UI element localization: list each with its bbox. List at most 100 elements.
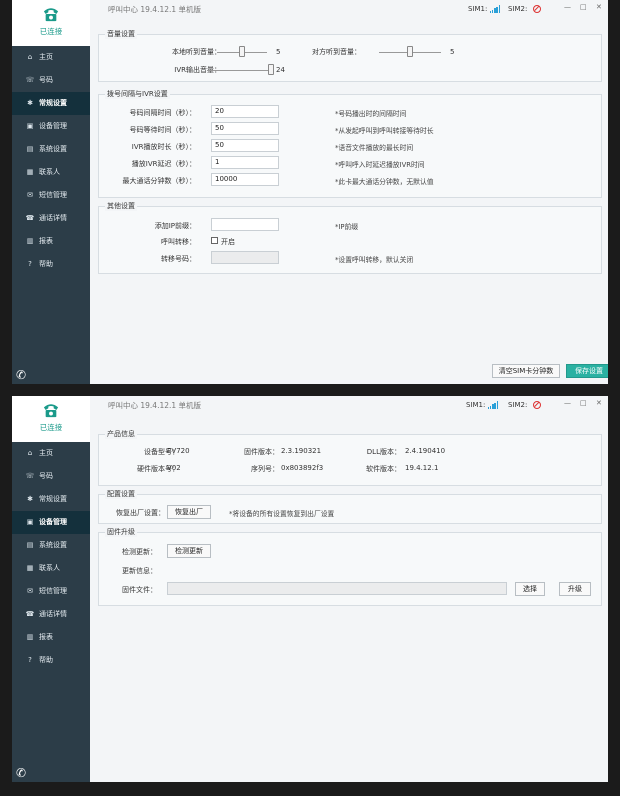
ip-prefix-input[interactable] (211, 218, 279, 231)
sidebar-item-3[interactable]: ▣ 设备管理 (12, 115, 90, 138)
close-button[interactable]: ✕ (596, 399, 602, 407)
forward-number-input[interactable] (211, 251, 279, 264)
sidebar-menu: ⌂ 主页 ☏ 号码 ✱ 常规设置 ▣ 设备管理 ▤ 系统设置 ▦ 联系人 ✉ 短信管理 ☎ 通话详情 ▥ 报表? 帮… (12, 46, 90, 276)
sidebar-item-label: 帮助 (39, 260, 53, 268)
dial-row-label: IVR播放时长（秒）： (131, 143, 196, 151)
sidebar-item-label: 联系人 (39, 168, 60, 176)
firmware-file-input[interactable] (167, 582, 507, 595)
sms-icon: ✉ (27, 587, 33, 595)
call-detail-icon: ☎ (25, 214, 35, 222)
minimize-button[interactable]: — (564, 3, 571, 11)
dial-row-label: 号码间隔时间（秒）： (129, 109, 197, 117)
dial-row-hint: *呼叫呼入时延迟播放IVR时间 (335, 161, 425, 169)
dial-ivr-legend: 拨号间隔与IVR设置 (105, 89, 170, 99)
volume-group: 音量设置 本地听到音量： 5 对方听到音量： 5 IVR输出音量： 24 (98, 29, 602, 82)
dial-row-hint: *语音文件播放的最长时间 (335, 144, 414, 152)
sidebar-item-4[interactable]: ▤ 系统设置 (12, 534, 90, 557)
sidebar-item-6[interactable]: ✉ 短信管理 (12, 184, 90, 207)
sidebar-item-1[interactable]: ☏ 号码 (12, 465, 90, 488)
save-settings-button[interactable]: 保存设置 (566, 364, 608, 378)
sidebar-item-4[interactable]: ▤ 系统设置 (12, 138, 90, 161)
dial-row-input[interactable]: 20 (211, 105, 279, 118)
call-forward-checkbox[interactable] (211, 237, 218, 244)
dial-row-input[interactable]: 1 (211, 156, 279, 169)
sidebar-item-0[interactable]: ⌂ 主页 (12, 46, 90, 69)
maximize-button[interactable]: □ (580, 3, 587, 11)
check-update-button[interactable]: 检测更新 (167, 544, 211, 558)
connection-status: 已连接 (39, 27, 63, 36)
select-file-button[interactable]: 选择 (515, 582, 545, 596)
sim2-status: SIM2: (508, 5, 541, 13)
ivr-volume-value: 24 (276, 66, 285, 74)
sidebar-item-7[interactable]: ☎ 通话详情 (12, 207, 90, 230)
ip-prefix-hint: *IP前缀 (335, 223, 359, 231)
factory-reset-hint: *将设备的所有设置恢复到出厂设置 (229, 510, 335, 518)
sidebar-item-8[interactable]: ▥ 报表 (12, 626, 90, 649)
sidebar-item-3[interactable]: ▣ 设备管理 (12, 511, 90, 534)
sim2-label: SIM2: (508, 5, 528, 13)
gear-icon: ✱ (27, 99, 33, 107)
sim1-status: SIM1: (466, 401, 499, 409)
check-update-label: 检测更新： (122, 548, 157, 556)
contacts-icon: ▦ (26, 168, 34, 176)
system-icon: ▤ (26, 145, 34, 153)
title-bar: 呼叫中心 19.4.12.1 单机版 SIM1: SIM2: — □ ✕ (90, 396, 608, 416)
sidebar-item-2[interactable]: ✱ 常规设置 (12, 92, 90, 115)
factory-reset-button[interactable]: 恢复出厂 (167, 505, 211, 519)
dial-row-input[interactable]: 10000 (211, 173, 279, 186)
phone-number-icon: ☏ (25, 76, 35, 84)
sim1-status: SIM1: (468, 5, 501, 13)
dial-row-input[interactable]: 50 (211, 139, 279, 152)
other-settings-group: 其他设置 添加IP前缀： *IP前缀 呼叫转移： 开启 转移号码： *设置呼叫转… (98, 201, 602, 274)
firmware-label: 固件版本： (244, 448, 279, 456)
sidebar-item-7[interactable]: ☎ 通话详情 (12, 603, 90, 626)
sidebar-item-label: 常规设置 (39, 495, 67, 503)
sidebar-menu: ⌂ 主页 ☏ 号码 ✱ 常规设置 ▣ 设备管理 ▤ 系统设置 ▦ 联系人 ✉ 短信管理 ☎ 通话详情 ▥ 报表? 帮… (12, 442, 90, 672)
sidebar-item-6[interactable]: ✉ 短信管理 (12, 580, 90, 603)
sidebar-item-8[interactable]: ▥ 报表 (12, 230, 90, 253)
remote-volume-slider[interactable] (407, 46, 413, 57)
sidebar-item-label: 设备管理 (39, 122, 67, 130)
contacts-icon: ▦ (26, 564, 34, 572)
volume-legend: 音量设置 (105, 29, 137, 39)
firmware-upgrade-group: 固件升级 检测更新： 检测更新 更新信息： 固件文件： 选择 升级 (98, 527, 602, 606)
dial-row-input[interactable]: 50 (211, 122, 279, 135)
sidebar-item-label: 设备管理 (39, 518, 67, 526)
home-icon: ⌂ (27, 53, 33, 61)
ip-prefix-label: 添加IP前缀： (154, 222, 196, 230)
ivr-volume-track (207, 70, 271, 71)
local-volume-slider[interactable] (239, 46, 245, 57)
firmware-file-label: 固件文件： (122, 586, 157, 594)
sidebar-item-9[interactable]: ? 帮助 (12, 253, 90, 276)
report-icon: ▥ (26, 633, 34, 641)
home-icon: ⌂ (27, 449, 33, 457)
serial-number-value: 0x803892f3 (281, 464, 324, 472)
clear-sim-minutes-button[interactable]: 清空SIM卡分钟数 (492, 364, 560, 378)
app-title: 呼叫中心 19.4.12.1 单机版 (108, 5, 202, 14)
sidebar-header: 已连接 (12, 0, 90, 46)
other-settings-legend: 其他设置 (105, 201, 137, 211)
forward-number-label: 转移号码： (161, 255, 196, 263)
gear-icon: ✱ (27, 495, 33, 503)
sidebar-item-0[interactable]: ⌂ 主页 (12, 442, 90, 465)
sidebar-item-label: 主页 (39, 53, 53, 61)
app-title: 呼叫中心 19.4.12.1 单机版 (108, 401, 202, 410)
sidebar-item-9[interactable]: ? 帮助 (12, 649, 90, 672)
maximize-button[interactable]: □ (580, 399, 587, 407)
ivr-volume-slider[interactable] (268, 64, 274, 75)
minimize-button[interactable]: — (564, 399, 571, 407)
close-button[interactable]: ✕ (596, 3, 602, 11)
dial-row-hint: *从发起呼叫到呼叫转接等待时长 (335, 127, 434, 135)
sidebar-item-2[interactable]: ✱ 常规设置 (12, 488, 90, 511)
upgrade-button[interactable]: 升级 (559, 582, 591, 596)
model-value: EV720 (167, 447, 190, 455)
sim2-label: SIM2: (508, 401, 528, 409)
dll-version-label: DLL版本： (366, 448, 401, 456)
sidebar-item-5[interactable]: ▦ 联系人 (12, 161, 90, 184)
sidebar-item-1[interactable]: ☏ 号码 (12, 69, 90, 92)
dial-row-label: 播放IVR延迟（秒）： (131, 160, 196, 168)
title-bar: 呼叫中心 19.4.12.1 单机版 SIM1: SIM2: — □ ✕ (90, 0, 608, 20)
dll-version-value: 2.4.190410 (405, 447, 446, 455)
forward-number-hint: *设置呼叫转移，默认关闭 (335, 256, 414, 264)
sidebar-item-5[interactable]: ▦ 联系人 (12, 557, 90, 580)
